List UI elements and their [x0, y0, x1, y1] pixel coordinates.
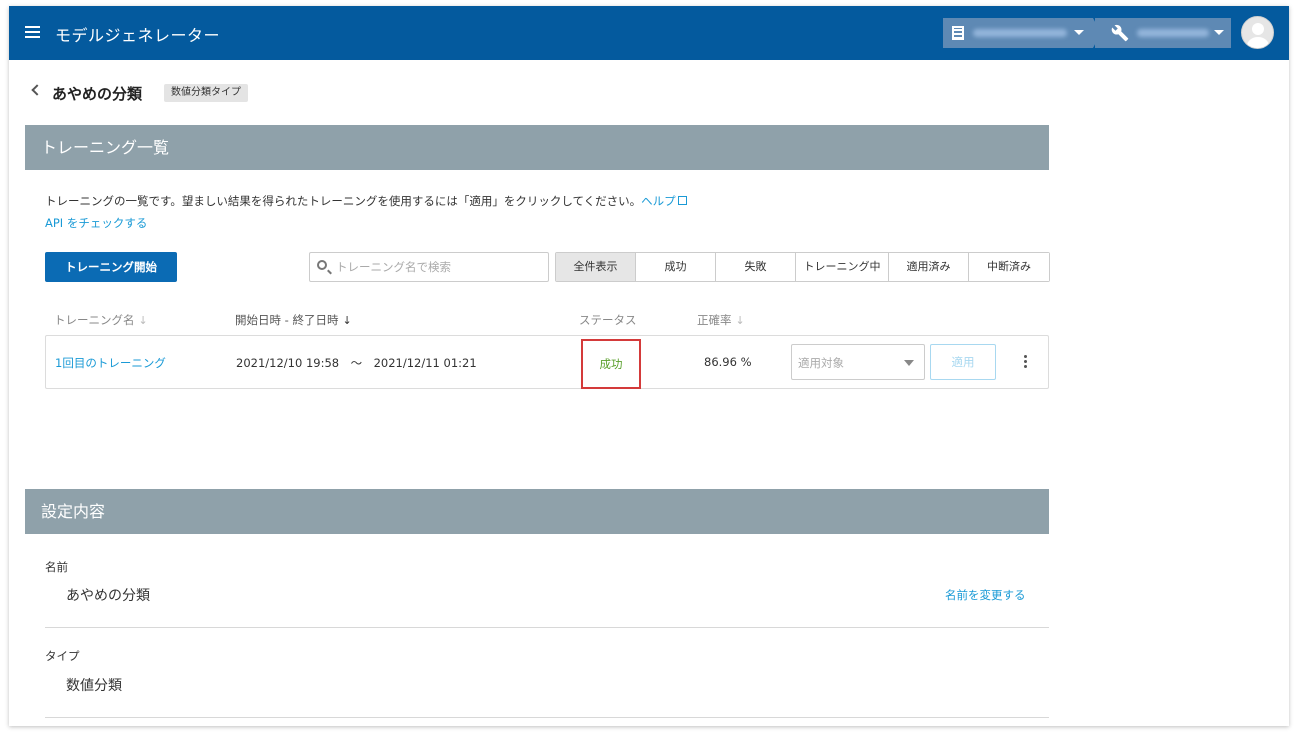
training-search-input[interactable] [336, 258, 541, 276]
column-header-name[interactable]: トレーニング名 ↓ [54, 312, 148, 328]
page-title: あやめの分類 [52, 85, 143, 103]
sort-arrow-icon: ↓ [342, 314, 352, 327]
search-icon [317, 260, 327, 270]
organization-name-redacted [973, 29, 1067, 37]
more-options-icon[interactable] [1024, 355, 1028, 369]
app-title: モデルジェネレーター [55, 26, 221, 45]
start-training-button[interactable]: トレーニング開始 [45, 252, 177, 282]
status-filter-group: 全件表示 成功 失敗 トレーニング中 適用済み 中断済み [555, 252, 1050, 282]
chevron-down-icon [904, 360, 914, 366]
status-highlight: 成功 [581, 339, 641, 389]
chevron-down-icon[interactable] [1074, 30, 1084, 35]
hamburger-menu-icon[interactable] [25, 26, 40, 38]
settings-header: 設定内容 [25, 489, 1049, 534]
building-icon [952, 26, 964, 40]
external-link-icon [677, 196, 687, 205]
status-badge: 成功 [599, 357, 623, 371]
table-row: 1回目のトレーニング 2021/12/10 19:58 〜 2021/12/11… [45, 335, 1049, 389]
column-header-datetime-label: 開始日時 - 終了日時 [235, 313, 339, 327]
divider [45, 717, 1049, 718]
filter-stopped[interactable]: 中断済み [969, 253, 1049, 281]
search-box [309, 252, 549, 282]
user-avatar[interactable] [1241, 16, 1274, 49]
app-window: モデルジェネレーター あやめの分類 数値分類タイプ トレーニング一覧 トレーニン… [9, 6, 1289, 726]
training-name-link[interactable]: 1回目のトレーニング [55, 355, 166, 371]
api-check-link[interactable]: API をチェックする [45, 215, 147, 231]
name-field-label: 名前 [45, 560, 68, 574]
filter-failed[interactable]: 失敗 [716, 253, 796, 281]
type-field-label: タイプ [45, 649, 80, 663]
apply-target-select[interactable]: 適用対象 [791, 344, 925, 380]
rename-link[interactable]: 名前を変更する [945, 587, 1026, 603]
filter-applied[interactable]: 適用済み [889, 253, 969, 281]
help-link-label: ヘルプ [641, 194, 676, 208]
filter-success[interactable]: 成功 [636, 253, 716, 281]
column-header-accuracy[interactable]: 正確率 ↓ [697, 312, 745, 328]
back-chevron-icon[interactable] [31, 84, 43, 96]
project-name-redacted [1137, 29, 1209, 37]
organization-selector[interactable] [943, 18, 1093, 48]
filter-in-training[interactable]: トレーニング中 [796, 253, 889, 281]
top-bar: モデルジェネレーター [9, 6, 1289, 60]
type-badge: 数値分類タイプ [164, 84, 248, 102]
apply-target-placeholder: 適用対象 [798, 356, 844, 370]
sort-arrow-icon: ↓ [138, 314, 148, 327]
divider [45, 627, 1049, 628]
training-datetime: 2021/12/10 19:58 〜 2021/12/11 01:21 [236, 356, 477, 370]
context-switcher [943, 18, 1231, 48]
apply-button[interactable]: 適用 [930, 344, 996, 380]
type-field-value: 数値分類 [66, 678, 122, 694]
wrench-icon [1111, 24, 1129, 42]
training-list-header: トレーニング一覧 [25, 125, 1049, 170]
project-selector[interactable] [1095, 18, 1231, 48]
sort-arrow-icon: ↓ [735, 314, 745, 327]
name-field-value: あやめの分類 [66, 588, 150, 604]
description-text: トレーニングの一覧です。望ましい結果を得られたトレーニングを使用するには「適用」… [45, 194, 642, 208]
help-link[interactable]: ヘルプ [641, 194, 687, 208]
accuracy-value: 86.96 % [704, 355, 752, 369]
column-header-datetime[interactable]: 開始日時 - 終了日時 ↓ [235, 312, 352, 328]
column-header-status: ステータス [579, 313, 637, 327]
filter-all[interactable]: 全件表示 [556, 253, 636, 281]
training-description: トレーニングの一覧です。望ましい結果を得られたトレーニングを使用するには「適用」… [45, 193, 687, 209]
column-header-name-label: トレーニング名 [54, 313, 135, 327]
column-header-accuracy-label: 正確率 [697, 313, 732, 327]
chevron-down-icon[interactable] [1214, 30, 1224, 35]
